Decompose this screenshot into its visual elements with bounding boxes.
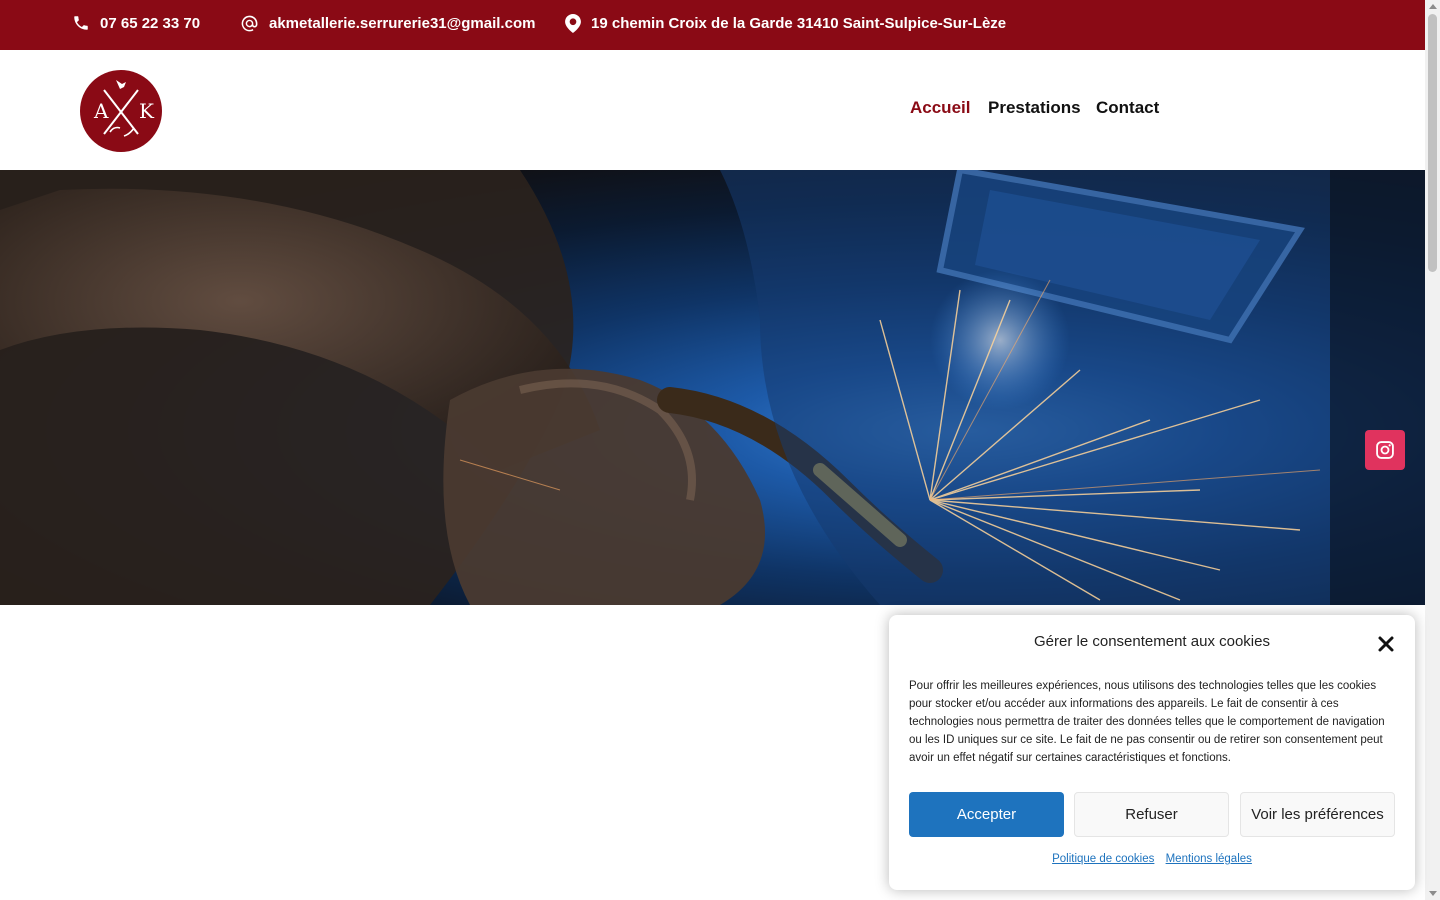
phone-contact[interactable]: 07 65 22 33 70 xyxy=(72,0,200,46)
welding-photo xyxy=(0,170,1425,605)
view-preferences-button[interactable]: Voir les préférences xyxy=(1240,792,1395,837)
nav-item-contact[interactable]: Contact xyxy=(1096,98,1159,118)
phone-number[interactable]: 07 65 22 33 70 xyxy=(100,15,200,32)
logo-letter-a: A xyxy=(93,99,109,123)
logo-letter-k: K xyxy=(139,99,155,123)
cookie-dialog-title: Gérer le consentement aux cookies xyxy=(1034,633,1270,650)
nav-item-prestations[interactable]: Prestations xyxy=(988,98,1081,118)
instagram-button[interactable] xyxy=(1365,430,1405,470)
accept-button[interactable]: Accepter xyxy=(909,792,1064,837)
phone-icon xyxy=(74,16,88,30)
cookie-links: Politique de cookies Mentions légales xyxy=(889,853,1415,865)
logo-emblem: A K xyxy=(80,70,162,152)
scroll-down-arrow-icon[interactable] xyxy=(1429,891,1437,896)
close-icon[interactable] xyxy=(1377,635,1395,653)
scroll-thumb[interactable] xyxy=(1428,14,1437,272)
hero-welding-image xyxy=(0,170,1425,605)
scroll-up-arrow-icon[interactable] xyxy=(1429,4,1437,9)
at-sign-icon xyxy=(241,15,258,31)
contact-bar: 07 65 22 33 70 akmetallerie.serrurerie31… xyxy=(0,0,1425,50)
page-scrollbar[interactable] xyxy=(1425,0,1440,900)
email-address[interactable]: akmetallerie.serrurerie31@gmail.com xyxy=(269,15,535,32)
cookie-policy-link[interactable]: Politique de cookies xyxy=(1052,853,1154,865)
address-contact: 19 chemin Croix de la Garde 31410 Saint-… xyxy=(565,0,1006,46)
postal-address: 19 chemin Croix de la Garde 31410 Saint-… xyxy=(591,14,1007,32)
map-pin-icon xyxy=(565,13,581,33)
site-logo[interactable]: A K xyxy=(80,70,162,152)
cookie-description: Pour offrir les meilleures expériences, … xyxy=(909,680,1385,764)
cookie-consent-dialog: Gérer le consentement aux cookies Pour o… xyxy=(889,615,1415,890)
instagram-icon xyxy=(1376,441,1394,459)
site-header: A K Accueil Prestations Contact xyxy=(0,50,1425,170)
legal-notice-link[interactable]: Mentions légales xyxy=(1166,853,1252,865)
nav-item-accueil[interactable]: Accueil xyxy=(910,98,970,118)
email-contact[interactable]: akmetallerie.serrurerie31@gmail.com xyxy=(240,0,535,46)
refuse-button[interactable]: Refuser xyxy=(1074,792,1229,837)
